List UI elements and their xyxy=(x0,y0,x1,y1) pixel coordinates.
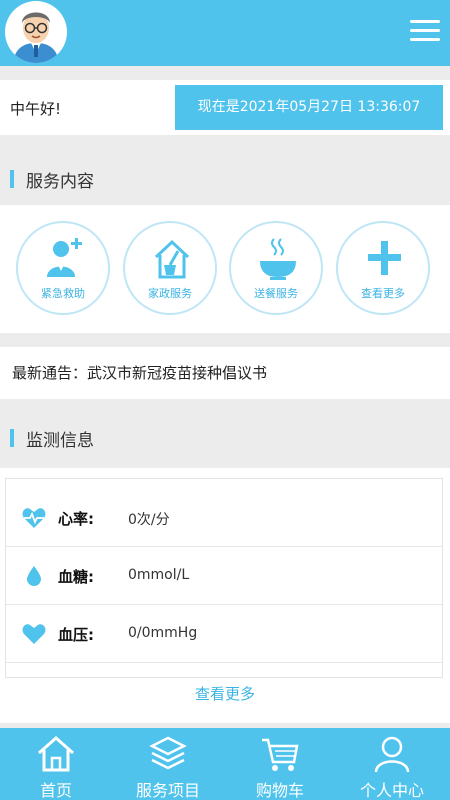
tab-cart[interactable]: 购物车 xyxy=(224,728,336,800)
metric-name: 心率: xyxy=(58,510,94,528)
heart-icon xyxy=(22,624,46,644)
top-header xyxy=(0,0,450,66)
monitor-card: 心率: 0次/分 血糖: 0mmol/L 血压: 0/0mmHg xyxy=(5,478,443,678)
cart-icon xyxy=(262,738,299,771)
metric-value: 0/0mmHg xyxy=(128,625,198,641)
layers-icon xyxy=(149,736,187,770)
greeting-text: 中午好! xyxy=(10,100,62,118)
tab-services[interactable]: 服务项目 xyxy=(112,728,224,800)
service-label: 紧急救助 xyxy=(41,287,85,300)
current-time: 现在是2021年05月27日 13:36:07 xyxy=(175,85,443,130)
doctor-plus-icon xyxy=(47,238,82,277)
tab-label: 购物车 xyxy=(255,781,304,800)
meal-delivery-button[interactable]: 送餐服务 xyxy=(229,221,323,315)
user-icon xyxy=(374,736,410,773)
title-accent-bar xyxy=(10,170,14,188)
tab-label: 首页 xyxy=(39,781,72,800)
bottom-tab-bar: 首页 服务项目 购物车 个人中心 xyxy=(0,728,450,800)
tab-label: 个人中心 xyxy=(359,781,424,800)
food-bowl-icon xyxy=(260,238,296,280)
droplet-icon xyxy=(27,566,41,586)
metric-value: 0mmol/L xyxy=(128,567,190,583)
hamburger-menu-icon[interactable] xyxy=(410,20,440,42)
blood-pressure-row: 血压: 0/0mmHg xyxy=(6,605,442,663)
metric-name: 血糖: xyxy=(58,568,94,586)
services-title-text: 服务内容 xyxy=(26,172,94,192)
services-section-title: 服务内容 xyxy=(0,156,450,201)
metric-value: 0次/分 xyxy=(128,512,170,528)
monitor-section-title: 监测信息 xyxy=(0,415,450,460)
emergency-help-button[interactable]: 紧急救助 xyxy=(16,221,110,315)
plus-icon xyxy=(368,241,401,275)
tab-label: 服务项目 xyxy=(135,781,200,800)
view-more-services-button[interactable]: 查看更多 xyxy=(336,221,430,315)
service-label: 查看更多 xyxy=(361,287,405,300)
tab-profile[interactable]: 个人中心 xyxy=(336,728,448,800)
service-label: 家政服务 xyxy=(148,287,192,300)
blood-sugar-row: 血糖: 0mmol/L xyxy=(6,547,442,605)
doctor-avatar-icon[interactable] xyxy=(5,1,67,63)
services-panel: 紧急救助 家政服务 送餐服务 查看更多 xyxy=(0,205,450,333)
notice-bar: 最新通告：武汉市新冠疫苗接种倡议书 xyxy=(0,347,450,399)
service-label: 送餐服务 xyxy=(254,287,298,300)
heart-rate-row: 心率: 0次/分 xyxy=(6,489,442,547)
notice-link[interactable]: 最新通告：武汉市新冠疫苗接种倡议书 xyxy=(12,362,267,383)
house-broom-icon xyxy=(154,239,190,279)
title-accent-bar xyxy=(10,429,14,447)
view-more-monitor-link[interactable]: 查看更多 xyxy=(0,683,450,704)
home-icon xyxy=(38,735,74,772)
housekeeping-button[interactable]: 家政服务 xyxy=(123,221,217,315)
tab-home[interactable]: 首页 xyxy=(0,728,112,800)
heart-pulse-icon xyxy=(22,508,46,528)
monitor-title-text: 监测信息 xyxy=(26,431,94,451)
monitor-panel: 心率: 0次/分 血糖: 0mmol/L 血压: 0/0mmHg 查看更多 xyxy=(0,468,450,723)
metric-name: 血压: xyxy=(58,626,94,644)
